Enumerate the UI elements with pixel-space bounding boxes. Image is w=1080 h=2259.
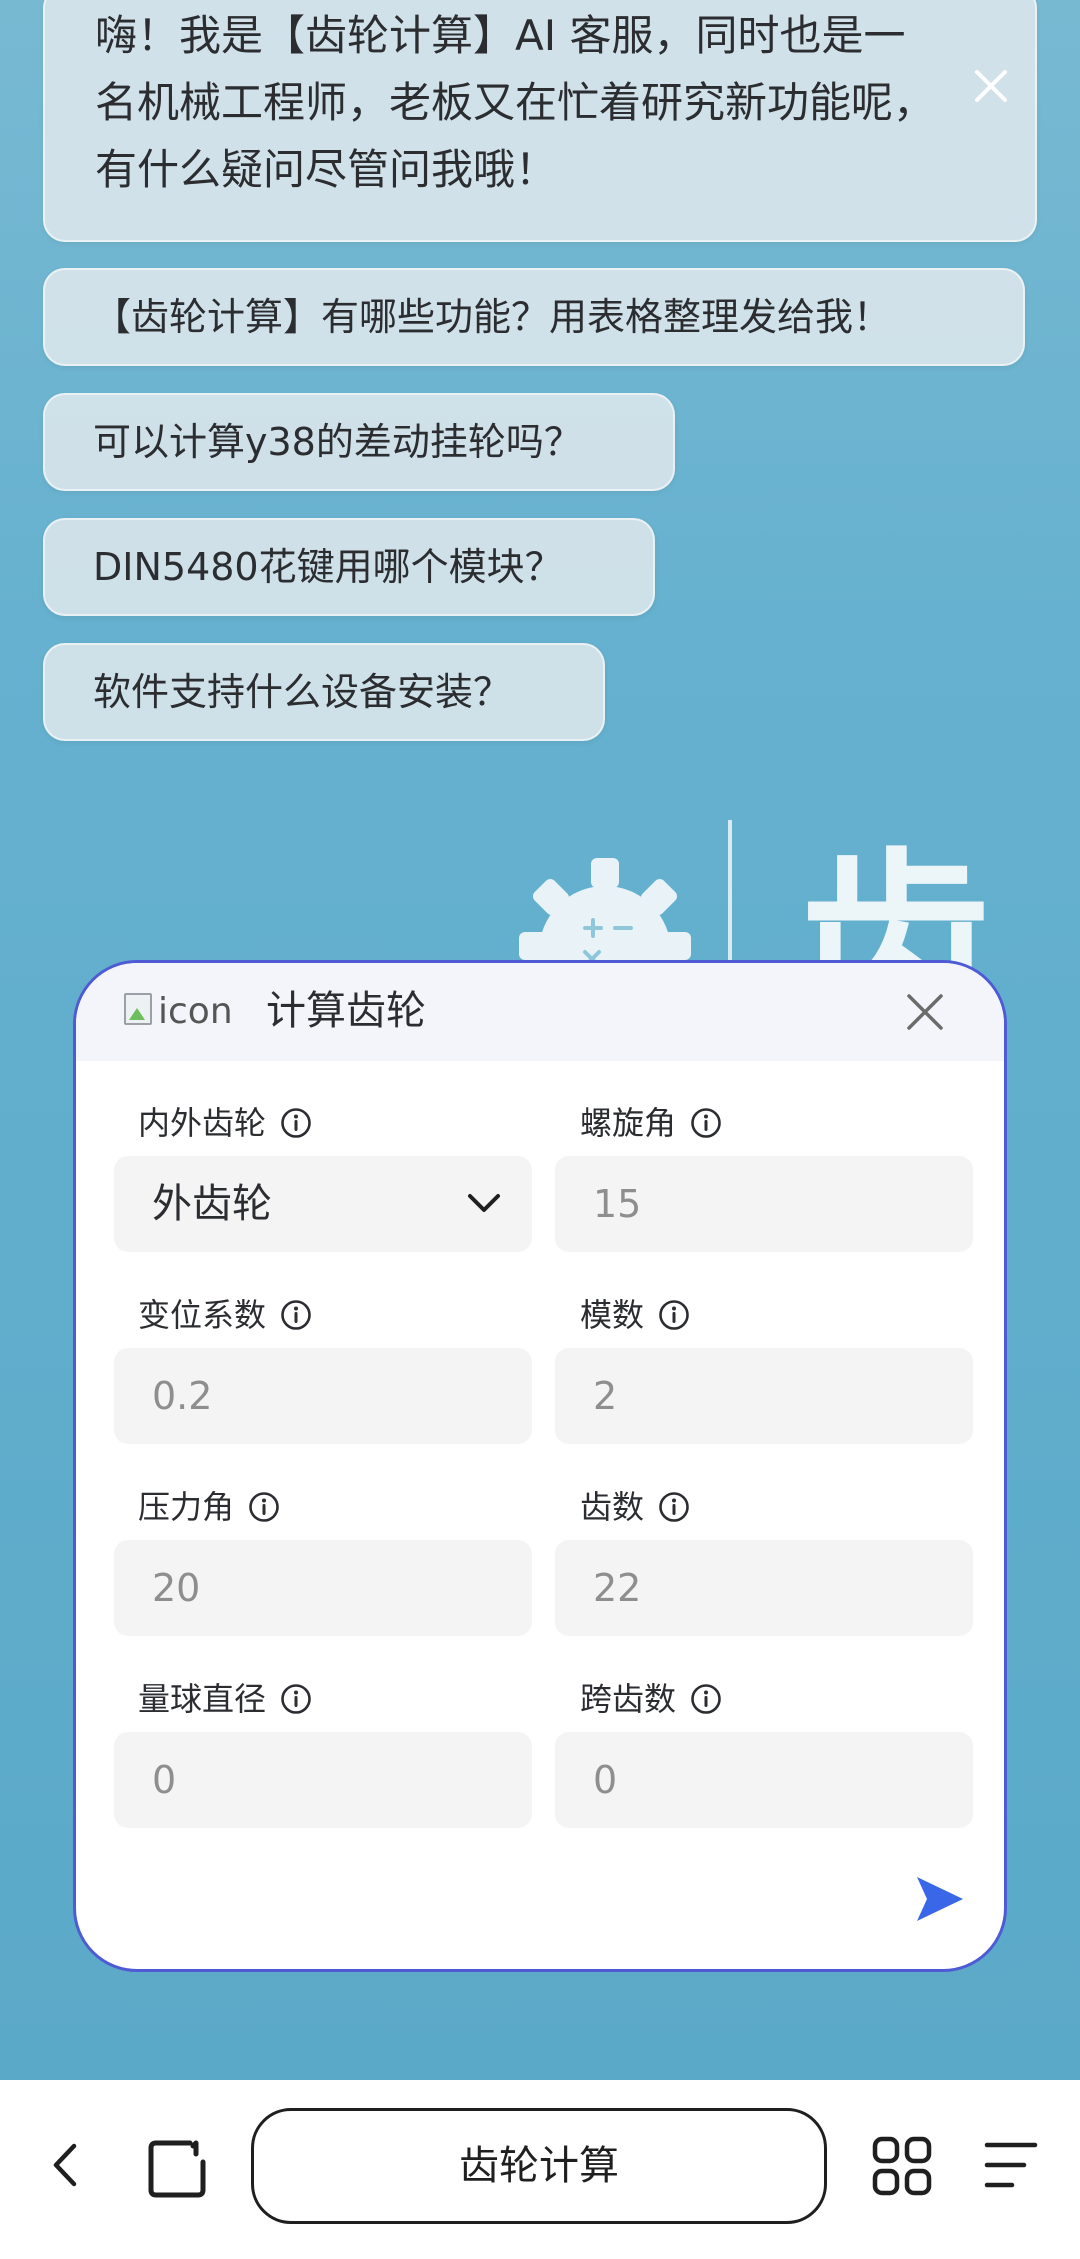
shift-coefficient-label: 变位系数 bbox=[138, 1295, 312, 1335]
ball-diameter-placeholder: 0 bbox=[152, 1758, 177, 1802]
helix-angle-label-text: 螺旋角 bbox=[580, 1104, 677, 1142]
gear-type-label-text: 内外齿轮 bbox=[138, 1104, 267, 1142]
info-icon[interactable] bbox=[280, 1107, 312, 1139]
ball-diameter-input[interactable]: 0 bbox=[114, 1732, 532, 1828]
module-label: 模数 bbox=[580, 1295, 690, 1335]
greeting-text: 嗨！我是【齿轮计算】AI 客服，同时也是一名机械工程师，老板又在忙着研究新功能呢… bbox=[95, 11, 936, 194]
browser-bottom-bar: 齿轮计算 bbox=[0, 2080, 1080, 2259]
page-title: 齿轮计算 bbox=[459, 2143, 619, 2189]
pressure-angle-label-text: 压力角 bbox=[138, 1488, 235, 1526]
span-teeth-label: 跨齿数 bbox=[580, 1679, 722, 1719]
gear-type-select[interactable]: 外齿轮 bbox=[114, 1156, 532, 1252]
suggestion-label: 软件支持什么设备安装？ bbox=[93, 670, 512, 714]
image-alt-text: icon bbox=[158, 991, 233, 1032]
suggestion-chip[interactable]: 可以计算y38的差动挂轮吗？ bbox=[43, 393, 675, 491]
pressure-angle-input[interactable]: 20 bbox=[114, 1540, 532, 1636]
module-placeholder: 2 bbox=[593, 1374, 618, 1418]
broken-image-icon: icon bbox=[124, 991, 252, 1035]
span-teeth-placeholder: 0 bbox=[593, 1758, 618, 1802]
pressure-angle-label: 压力角 bbox=[138, 1487, 280, 1527]
info-icon[interactable] bbox=[690, 1107, 722, 1139]
suggestion-label: 可以计算y38的差动挂轮吗？ bbox=[93, 420, 582, 464]
info-icon[interactable] bbox=[690, 1683, 722, 1715]
menu-lines-icon[interactable] bbox=[984, 2140, 1038, 2190]
info-icon[interactable] bbox=[280, 1683, 312, 1715]
grid-menu-icon[interactable] bbox=[872, 2136, 932, 2196]
info-icon[interactable] bbox=[658, 1299, 690, 1331]
module-label-text: 模数 bbox=[580, 1296, 645, 1334]
shift-coefficient-input[interactable]: 0.2 bbox=[114, 1348, 532, 1444]
shift-coefficient-label-text: 变位系数 bbox=[138, 1296, 267, 1334]
info-icon[interactable] bbox=[280, 1299, 312, 1331]
send-icon[interactable] bbox=[911, 1873, 967, 1925]
gear-calculator-dialog: icon 计算齿轮 内外齿轮 外齿轮 螺旋角 15 变位系数 0.2 模数 2 … bbox=[73, 960, 1007, 1972]
page-title-bar[interactable]: 齿轮计算 bbox=[251, 2108, 827, 2224]
helix-angle-input[interactable]: 15 bbox=[555, 1156, 973, 1252]
module-input[interactable]: 2 bbox=[555, 1348, 973, 1444]
info-icon[interactable] bbox=[658, 1491, 690, 1523]
suggestion-label: DIN5480花键用哪个模块？ bbox=[93, 545, 563, 589]
gear-type-value: 外齿轮 bbox=[152, 1181, 272, 1227]
gear-type-label: 内外齿轮 bbox=[138, 1103, 312, 1143]
back-arrow-icon[interactable] bbox=[48, 2142, 82, 2188]
close-icon[interactable] bbox=[906, 993, 944, 1031]
image-placeholder-icon bbox=[124, 993, 152, 1025]
span-teeth-label-text: 跨齿数 bbox=[580, 1680, 677, 1718]
suggestion-chip[interactable]: 软件支持什么设备安装？ bbox=[43, 643, 605, 741]
teeth-count-label-text: 齿数 bbox=[580, 1488, 645, 1526]
dialog-title: 计算齿轮 bbox=[266, 988, 426, 1034]
tabs-icon[interactable] bbox=[146, 2138, 208, 2200]
teeth-count-input[interactable]: 22 bbox=[555, 1540, 973, 1636]
suggestion-chip[interactable]: 【齿轮计算】有哪些功能？用表格整理发给我！ bbox=[43, 268, 1025, 366]
greeting-message: 嗨！我是【齿轮计算】AI 客服，同时也是一名机械工程师，老板又在忙着研究新功能呢… bbox=[43, 0, 1037, 242]
ball-diameter-label-text: 量球直径 bbox=[138, 1680, 267, 1718]
helix-angle-placeholder: 15 bbox=[593, 1182, 642, 1226]
chevron-down-icon bbox=[468, 1194, 500, 1212]
dialog-header: icon 计算齿轮 bbox=[76, 963, 1004, 1061]
logo-character: 齿 bbox=[800, 838, 991, 978]
close-icon[interactable] bbox=[967, 62, 1015, 110]
pressure-angle-placeholder: 20 bbox=[152, 1566, 201, 1610]
info-icon[interactable] bbox=[248, 1491, 280, 1523]
teeth-count-placeholder: 22 bbox=[593, 1566, 642, 1610]
suggestion-label: 【齿轮计算】有哪些功能？用表格整理发给我！ bbox=[93, 295, 892, 339]
ball-diameter-label: 量球直径 bbox=[138, 1679, 312, 1719]
span-teeth-input[interactable]: 0 bbox=[555, 1732, 973, 1828]
teeth-count-label: 齿数 bbox=[580, 1487, 690, 1527]
suggestion-chip[interactable]: DIN5480花键用哪个模块？ bbox=[43, 518, 655, 616]
helix-angle-label: 螺旋角 bbox=[580, 1103, 722, 1143]
shift-coefficient-placeholder: 0.2 bbox=[152, 1374, 213, 1418]
